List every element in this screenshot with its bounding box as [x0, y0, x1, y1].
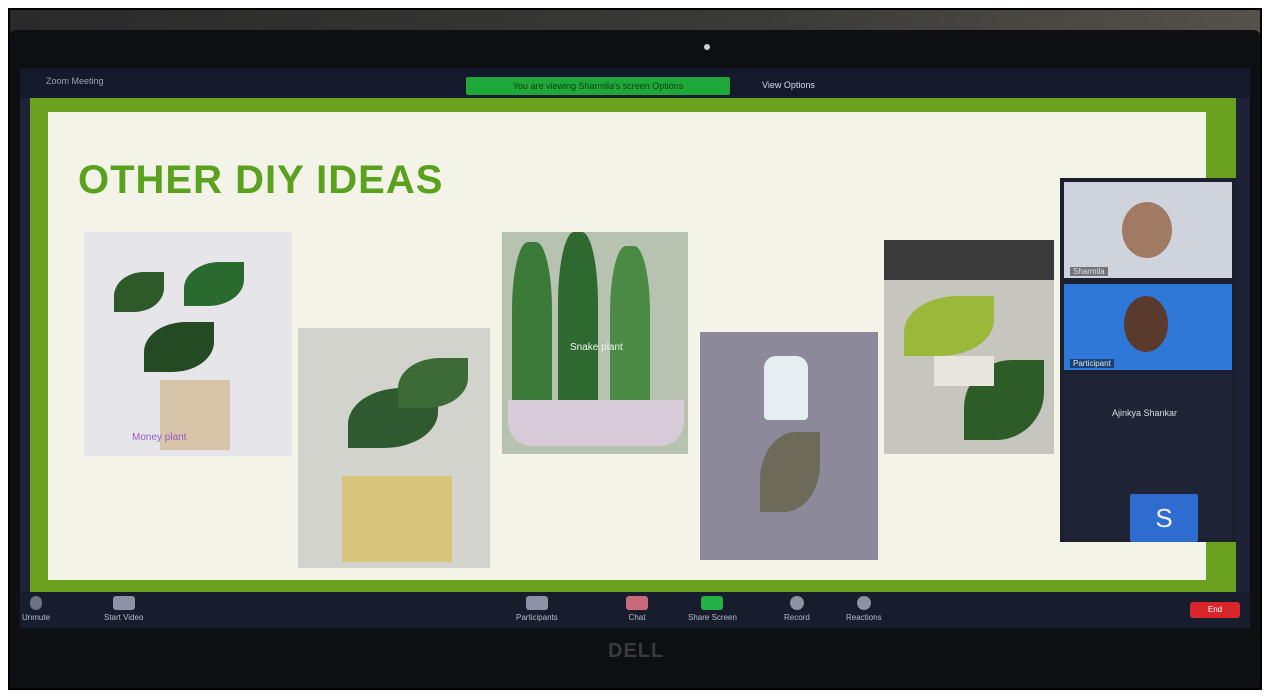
share-banner[interactable]: You are viewing Sharmila's screen Option… [466, 77, 730, 95]
shared-slide: OTHER DIY IDEAS Money plant Snake plant [48, 112, 1206, 580]
photo-caption: Money plant [132, 432, 187, 443]
reactions-icon [856, 596, 871, 610]
record-label: Record [784, 613, 810, 622]
dell-logo: DELL [608, 640, 665, 662]
start-video-button[interactable]: Start Video [104, 596, 143, 622]
plant-photo-3: Snake plant [502, 232, 688, 454]
pot-shape [508, 400, 684, 446]
participant-tile-2[interactable]: Participant [1064, 284, 1232, 370]
bottle-shape [764, 356, 808, 420]
photo-caption: Snake plant [570, 342, 623, 353]
participant-name: Sharmila [1070, 267, 1108, 276]
view-options-button[interactable]: View Options [762, 80, 815, 90]
chat-label: Chat [628, 613, 646, 622]
leaf-shape [144, 322, 214, 372]
plant-photo-2 [298, 328, 490, 568]
chat-icon [626, 596, 648, 610]
reactions-label: Reactions [846, 613, 882, 622]
share-screen-label: Share Screen [688, 613, 737, 622]
plant-photo-4 [700, 332, 878, 560]
participants-icon [525, 596, 548, 610]
plant-photo-1: Money plant [84, 232, 292, 456]
participant-name: Ajinkya Shankar [1112, 408, 1178, 418]
ceiling-shape [884, 240, 1054, 280]
share-screen-icon [701, 596, 724, 610]
unmute-label: Unmute [22, 613, 51, 622]
video-camera-icon [112, 596, 135, 610]
leaf-shape [184, 262, 244, 306]
participant-name: Participant [1070, 359, 1114, 368]
chat-button[interactable]: Chat [626, 596, 648, 622]
end-meeting-button[interactable]: End [1190, 602, 1240, 618]
participant-tile-3[interactable]: Ajinkya Shankar S [1064, 374, 1232, 542]
share-screen-button[interactable]: Share Screen [688, 596, 737, 622]
zoom-window: Zoom Meeting You are viewing Sharmila's … [20, 68, 1250, 628]
leaf-shape [512, 242, 552, 412]
microphone-icon [30, 596, 42, 610]
webcam-icon [704, 44, 710, 50]
photo-frame: Zoom Meeting You are viewing Sharmila's … [8, 8, 1262, 690]
pot-shape [342, 476, 452, 562]
plant-photo-5 [884, 240, 1054, 454]
participants-button[interactable]: Participants [516, 596, 558, 622]
unmute-button[interactable]: Unmute [22, 596, 50, 622]
pot-shape [934, 356, 994, 386]
slide-title: OTHER DIY IDEAS [78, 158, 444, 202]
participant-face [1122, 202, 1172, 258]
record-icon [789, 596, 804, 610]
leaf-shape [558, 232, 598, 412]
leaf-shape [398, 358, 468, 408]
zoom-brand: Zoom Meeting [46, 76, 104, 86]
participant-tile-1[interactable]: Sharmila [1064, 182, 1232, 278]
reactions-button[interactable]: Reactions [846, 596, 882, 622]
record-button[interactable]: Record [784, 596, 810, 622]
leaf-shape [760, 432, 820, 512]
zoom-topbar: Zoom Meeting You are viewing Sharmila's … [20, 68, 1250, 98]
participants-video-panel: Sharmila Participant Ajinkya Shankar S [1060, 178, 1236, 542]
participant-face [1124, 296, 1168, 352]
leaf-shape [610, 246, 650, 412]
participants-label: Participants [516, 613, 558, 622]
start-video-label: Start Video [104, 613, 144, 622]
leaf-shape [114, 272, 164, 312]
leaf-shape [904, 296, 994, 356]
avatar-initial: S [1130, 494, 1198, 542]
zoom-toolbar: Unmute Start Video Participants Chat Sha… [20, 592, 1250, 628]
